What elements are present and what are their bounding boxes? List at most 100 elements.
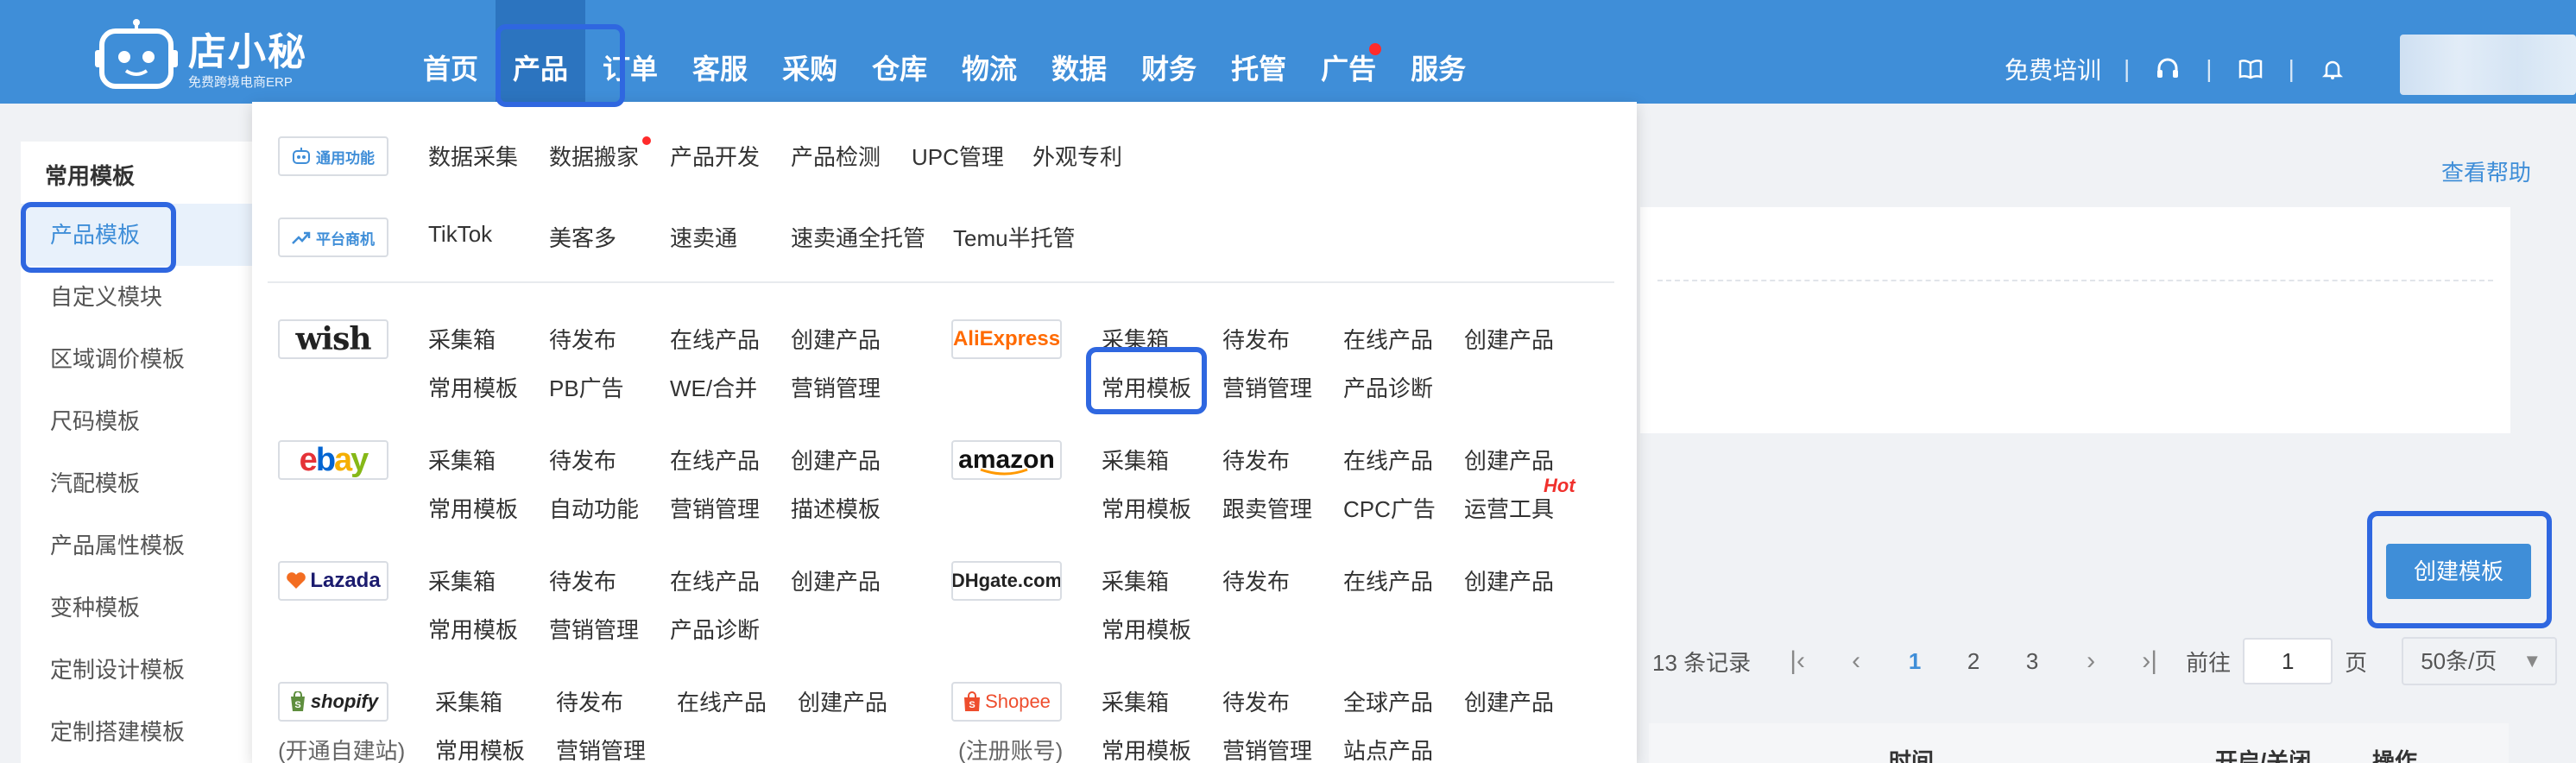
dhgate-online-products[interactable]: 在线产品 (1343, 564, 1433, 596)
nav-logistics[interactable]: 物流 (944, 0, 1034, 104)
wish-marketing[interactable]: 营销管理 (791, 371, 881, 403)
free-training-link[interactable]: 免费培训 (2005, 52, 2101, 86)
lazada-marketing[interactable]: 营销管理 (549, 613, 639, 645)
shopee-register-link[interactable]: (注册账号) (958, 734, 1063, 763)
ebay-pending-publish[interactable]: 待发布 (549, 444, 616, 476)
wish-we-merge[interactable]: WE/合并 (670, 371, 757, 403)
aliexpress-online-products[interactable]: 在线产品 (1343, 323, 1433, 355)
sidebar-item-auto-parts[interactable]: 汽配模板 (21, 452, 254, 514)
sidebar-item-product-attributes[interactable]: 产品属性模板 (21, 514, 254, 577)
help-link[interactable]: 查看帮助 (2441, 155, 2531, 187)
headset-icon[interactable] (2152, 54, 2183, 85)
amazon-online-products[interactable]: 在线产品 (1343, 444, 1433, 476)
shopify-online-products[interactable]: 在线产品 (677, 685, 767, 717)
shopee-site-products[interactable]: 站点产品 (1343, 734, 1433, 763)
wish-pending-publish[interactable]: 待发布 (549, 323, 616, 355)
wish-collection-box[interactable]: 采集箱 (428, 323, 496, 355)
link-aliexpress[interactable]: 速卖通 (670, 221, 737, 253)
aliexpress-pending-publish[interactable]: 待发布 (1222, 323, 1290, 355)
page-1[interactable]: 1 (1885, 648, 1944, 675)
ebay-online-products[interactable]: 在线产品 (670, 444, 760, 476)
dhgate-pending-publish[interactable]: 待发布 (1222, 564, 1290, 596)
wish-pb-ads[interactable]: PB广告 (549, 371, 624, 403)
page-size-select[interactable]: 50条/页 ▼ (2402, 637, 2558, 685)
lazada-collection-box[interactable]: 采集箱 (428, 564, 496, 596)
aliexpress-marketing[interactable]: 营销管理 (1222, 371, 1312, 403)
lazada-online-products[interactable]: 在线产品 (670, 564, 760, 596)
next-page-icon[interactable]: › (2061, 646, 2120, 676)
shopify-open-site-link[interactable]: (开通自建站) (278, 734, 405, 763)
ebay-auto-functions[interactable]: 自动功能 (549, 492, 639, 524)
aliexpress-product-diagnosis[interactable]: 产品诊断 (1343, 371, 1433, 403)
link-upc-management[interactable]: UPC管理 (912, 140, 1004, 172)
shopify-collection-box[interactable]: 采集箱 (435, 685, 502, 717)
ebay-collection-box[interactable]: 采集箱 (428, 444, 496, 476)
wish-common-templates[interactable]: 常用模板 (428, 371, 518, 403)
shopify-pending-publish[interactable]: 待发布 (556, 685, 623, 717)
shopee-global-products[interactable]: 全球产品 (1343, 685, 1433, 717)
aliexpress-create-product[interactable]: 创建产品 (1464, 323, 1554, 355)
link-aliexpress-full-hosting[interactable]: 速卖通全托管 (791, 221, 925, 253)
goto-page-input[interactable] (2243, 638, 2333, 684)
lazada-common-templates[interactable]: 常用模板 (428, 613, 518, 645)
link-temu-semi-hosting[interactable]: Temu半托管 (953, 221, 1076, 253)
link-product-inspection[interactable]: 产品检测 (791, 140, 881, 172)
prev-page-icon[interactable]: ‹ (1827, 646, 1885, 676)
nav-warehouse[interactable]: 仓库 (855, 0, 944, 104)
shopee-create-product[interactable]: 创建产品 (1464, 685, 1554, 717)
amazon-common-templates[interactable]: 常用模板 (1102, 492, 1191, 524)
nav-services[interactable]: 服务 (1393, 0, 1483, 104)
book-icon[interactable] (2235, 54, 2266, 85)
nav-purchase[interactable]: 采购 (765, 0, 855, 104)
sidebar-item-regional-pricing[interactable]: 区域调价模板 (21, 328, 254, 390)
nav-data[interactable]: 数据 (1034, 0, 1124, 104)
amazon-ops-tools[interactable]: 运营工具 (1464, 492, 1554, 524)
nav-ads[interactable]: 广告 (1304, 0, 1393, 104)
link-tiktok[interactable]: TikTok (428, 221, 492, 248)
shopee-marketing[interactable]: 营销管理 (1222, 734, 1312, 763)
link-mercadolibre[interactable]: 美客多 (549, 221, 616, 253)
lazada-product-diagnosis[interactable]: 产品诊断 (670, 613, 760, 645)
lazada-pending-publish[interactable]: 待发布 (549, 564, 616, 596)
link-product-development[interactable]: 产品开发 (670, 140, 760, 172)
wish-online-products[interactable]: 在线产品 (670, 323, 760, 355)
ebay-marketing[interactable]: 营销管理 (670, 492, 760, 524)
ebay-create-product[interactable]: 创建产品 (791, 444, 881, 476)
sidebar-item-variant-template[interactable]: 变种模板 (21, 577, 254, 639)
bell-icon[interactable] (2317, 54, 2348, 85)
amazon-cpc-ads[interactable]: CPC广告 (1343, 492, 1436, 524)
amazon-pending-publish[interactable]: 待发布 (1222, 444, 1290, 476)
first-page-icon[interactable]: |‹ (1768, 646, 1827, 676)
link-data-collection[interactable]: 数据采集 (428, 140, 518, 172)
shopify-create-product[interactable]: 创建产品 (798, 685, 887, 717)
page-2[interactable]: 2 (1944, 648, 2003, 675)
sidebar-item-custom-design[interactable]: 定制设计模板 (21, 639, 254, 701)
dhgate-common-templates[interactable]: 常用模板 (1102, 613, 1191, 645)
shopify-marketing[interactable]: 营销管理 (556, 734, 646, 763)
ebay-description-templates[interactable]: 描述模板 (791, 492, 881, 524)
shopee-collection-box[interactable]: 采集箱 (1102, 685, 1169, 717)
nav-customer-service[interactable]: 客服 (675, 0, 765, 104)
sidebar-item-size-template[interactable]: 尺码模板 (21, 390, 254, 452)
shopee-pending-publish[interactable]: 待发布 (1222, 685, 1290, 717)
dhgate-collection-box[interactable]: 采集箱 (1102, 564, 1169, 596)
shopify-common-templates[interactable]: 常用模板 (435, 734, 525, 763)
wish-create-product[interactable]: 创建产品 (791, 323, 881, 355)
ebay-common-templates[interactable]: 常用模板 (428, 492, 518, 524)
nav-home[interactable]: 首页 (406, 0, 496, 104)
lazada-create-product[interactable]: 创建产品 (791, 564, 881, 596)
user-account-area[interactable] (2400, 35, 2576, 95)
nav-hosting[interactable]: 托管 (1214, 0, 1304, 104)
nav-finance[interactable]: 财务 (1124, 0, 1214, 104)
shopee-common-templates[interactable]: 常用模板 (1102, 734, 1191, 763)
logo[interactable]: 店小秘 免费跨境电商ERP (95, 12, 319, 95)
sidebar-item-custom-module[interactable]: 自定义模块 (21, 266, 254, 328)
amazon-follow-sell[interactable]: 跟卖管理 (1222, 492, 1312, 524)
link-data-migration[interactable]: 数据搬家 (549, 140, 639, 172)
sidebar-item-custom-build[interactable]: 定制搭建模板 (21, 701, 254, 763)
amazon-create-product[interactable]: 创建产品 (1464, 444, 1554, 476)
last-page-icon[interactable]: ›| (2120, 646, 2179, 676)
amazon-collection-box[interactable]: 采集箱 (1102, 444, 1169, 476)
page-3[interactable]: 3 (2003, 648, 2061, 675)
link-design-patent[interactable]: 外观专利 (1032, 140, 1122, 172)
